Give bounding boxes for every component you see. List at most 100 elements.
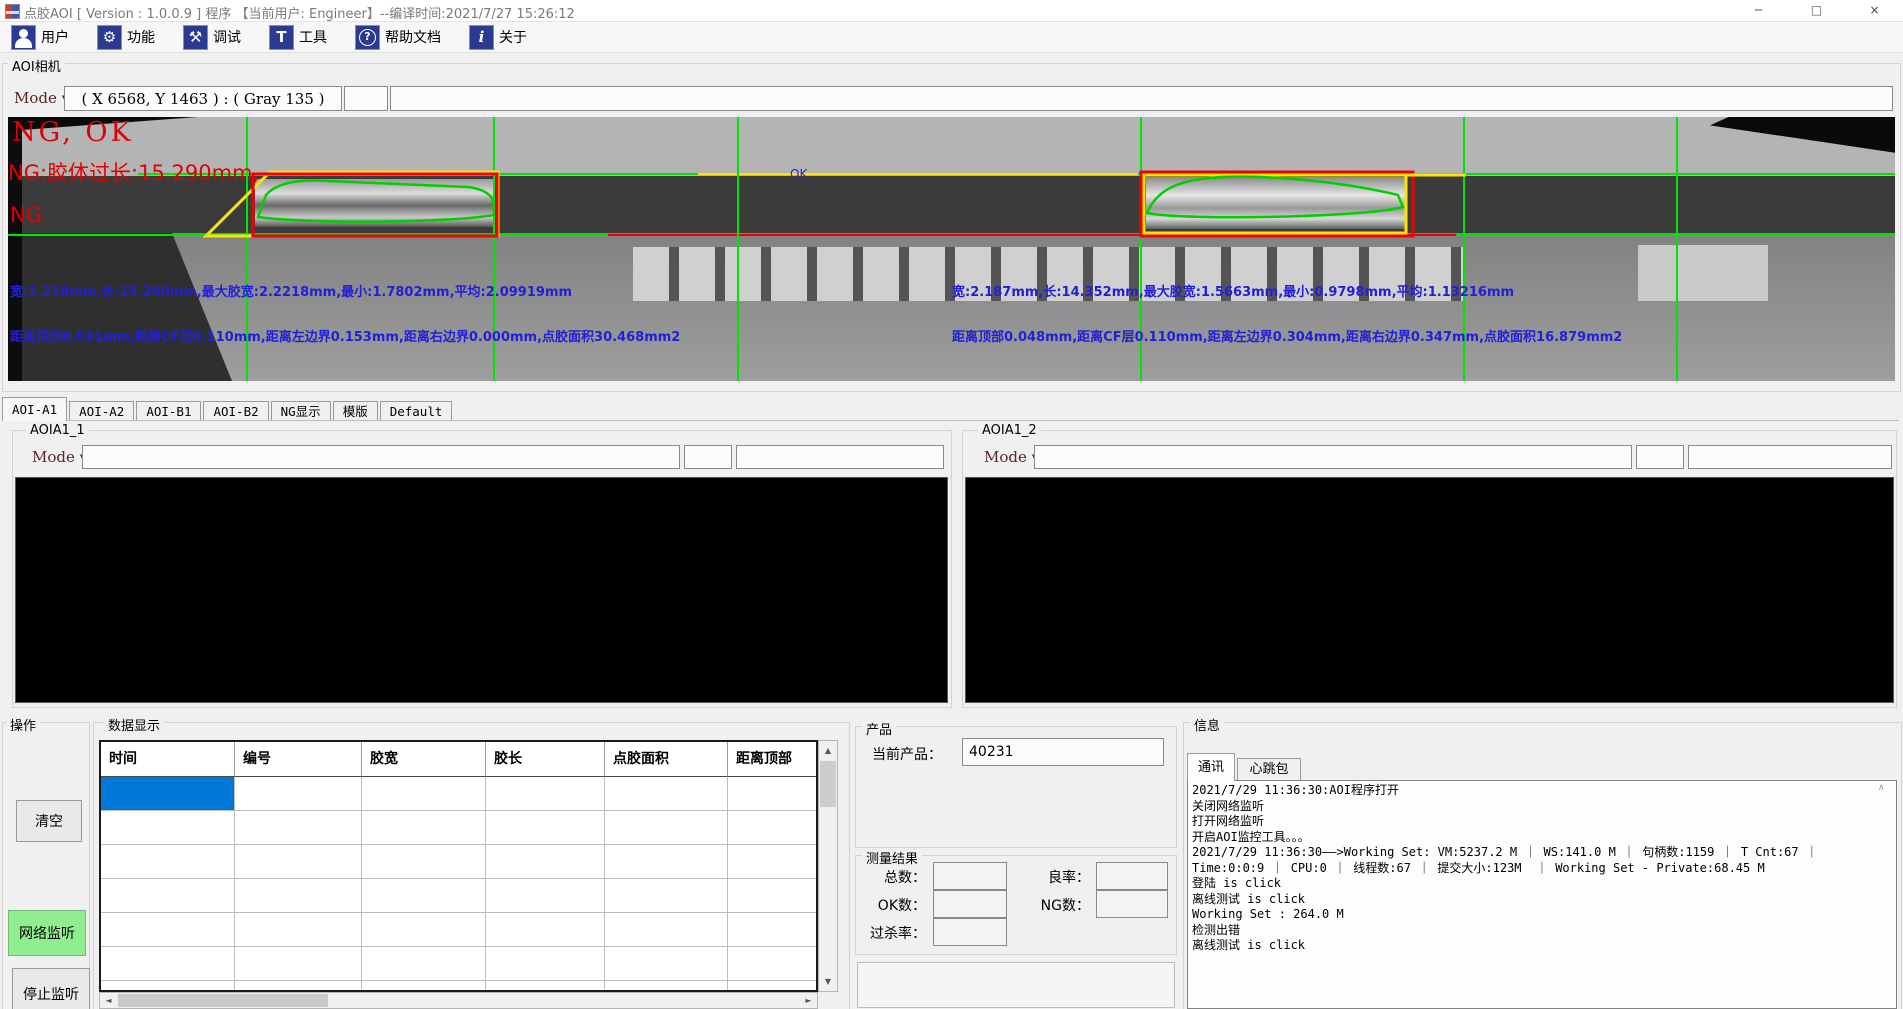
col-header-glue-width[interactable]: 胶宽 [362,742,486,777]
toolbar-item-function[interactable]: ⚙ 功能 [94,24,158,50]
window-title: 点胶AOI [ Version : 1.0.0.9 ] 程序 【当前用户: En… [24,3,575,22]
info-icon: i [469,25,494,50]
toolbar-item-help[interactable]: ? 帮助文档 [352,24,444,50]
tab-aoi-a1[interactable]: AOI-A1 [2,397,67,421]
ng-count-label: NG数： [1026,895,1090,915]
title-bar: 点胶AOI [ Version : 1.0.0.9 ] 程序 【当前用户: En… [0,0,1903,22]
toolbar-item-user[interactable]: 用户 [8,24,72,50]
network-listen-button[interactable]: 网络监听 [8,910,86,956]
col-header-time[interactable]: 时间 [101,742,235,777]
ok-count-field[interactable] [933,890,1007,918]
app-window: 点胶AOI [ Version : 1.0.0.9 ] 程序 【当前用户: En… [0,0,1903,1009]
panel1-label: AOIA1_1 [26,423,89,438]
camera-field-wide[interactable] [390,86,1893,111]
col-header-dist-top[interactable]: 距离顶部 [728,742,816,777]
overlay-result-text: NG, OK [12,117,134,148]
panel2-mode-dropdown[interactable]: Mode▼ [980,445,1041,469]
tab-heartbeat[interactable]: 心跳包 [1237,758,1301,781]
panel1-field-1[interactable] [82,445,680,469]
log-line: 打开网络监听 [1192,814,1892,830]
panel2-field-1[interactable] [1034,445,1632,469]
scroll-down-icon[interactable]: ▼ [819,973,837,990]
product-group-label: 产品 [862,719,896,738]
overlay-left-measure-1: 宽:2.218mm,长:15.290mm,最大胶宽:2.2218mm,最小:1.… [10,281,572,300]
panel1-mode-dropdown[interactable]: Mode▼ [28,445,89,469]
log-line: 检测出错 [1192,923,1892,939]
ng-count-field[interactable] [1096,890,1168,918]
tab-aoi-b2[interactable]: AOI-B2 [203,401,268,421]
col-header-id[interactable]: 编号 [235,742,362,777]
panel2-field-3[interactable] [1688,445,1892,469]
table-row[interactable] [101,811,816,845]
table-header-row: 时间 编号 胶宽 胶长 点胶面积 距离顶部 [101,742,816,777]
camera-image[interactable]: NG, OK NG:胶体过长:15.290mm, NG OK 宽:2.218mm… [8,117,1895,381]
table-vertical-scrollbar[interactable]: ▲ ▼ [818,740,838,992]
comm-log[interactable]: 2021/7/29 11:36:30:AOI程序打开 关闭网络监听 打开网络监听… [1187,780,1897,1009]
clear-button[interactable]: 清空 [16,800,82,842]
overlay-ng-label: NG [10,203,42,227]
camera-group-label: AOI相机 [8,56,65,75]
tab-default[interactable]: Default [380,401,453,421]
overlay-right-measure-2: 距离顶部0.048mm,距离CF层0.110mm,距离左边界0.304mm,距离… [952,326,1622,345]
overkill-field[interactable] [933,918,1007,946]
tab-ng-display[interactable]: NG显示 [271,401,331,421]
horizontal-scroll-thumb[interactable] [118,994,328,1007]
camera-field-small[interactable] [344,86,388,111]
log-line: 离线测试 is click [1192,938,1892,954]
gear-icon: ⚙ [97,25,122,50]
close-button[interactable]: × [1846,0,1903,21]
table-row[interactable] [101,879,816,913]
panel2-field-2[interactable] [1636,445,1684,469]
col-header-glue-length[interactable]: 胶长 [486,742,605,777]
tab-page-border [2,420,1899,421]
current-product-field[interactable]: 40231 [962,738,1164,766]
scroll-right-icon[interactable]: ► [800,993,817,1008]
panel1-field-3[interactable] [736,445,944,469]
table-row[interactable] [101,913,816,947]
yield-field[interactable] [1096,862,1168,890]
app-icon [5,4,20,19]
wrench-icon: ⚒ [183,25,208,50]
operation-group-label: 操作 [6,715,40,734]
tab-template[interactable]: 模版 [333,401,378,421]
minimize-button[interactable]: ─ [1730,0,1787,21]
overlay-ok-label: OK [790,167,807,181]
tab-aoi-a2[interactable]: AOI-A2 [69,401,134,421]
panel1-field-2[interactable] [684,445,732,469]
camera-coords-field[interactable]: ( X 6568, Y 1463 ) : ( Gray 135 ) [64,86,342,111]
log-line: 开启AOI监控工具。。。 [1192,830,1892,846]
selected-cell[interactable] [101,777,235,811]
panel2-label: AOIA1_2 [978,423,1041,438]
table-row[interactable] [101,947,816,981]
log-scroll-up-icon[interactable]: ∧ [1878,783,1885,793]
log-line: 离线测试 is click [1192,892,1892,908]
tab-comm[interactable]: 通讯 [1187,753,1235,781]
log-line: 关闭网络监听 [1192,799,1892,815]
info-group-label: 信息 [1190,715,1224,734]
col-header-glue-area[interactable]: 点胶面积 [605,742,728,777]
scroll-left-icon[interactable]: ◄ [100,993,117,1008]
result-note-box [857,962,1175,1008]
main-toolbar: 用户 ⚙ 功能 ⚒ 调试 T 工具 ? 帮助文档 i 关于 [0,22,1903,53]
tab-aoi-b1[interactable]: AOI-B1 [136,401,201,421]
table-horizontal-scrollbar[interactable]: ◄ ► [99,992,818,1009]
table-row[interactable] [101,845,816,879]
toolbar-item-about[interactable]: i 关于 [466,24,530,50]
panel2-image-view[interactable] [965,477,1894,703]
maximize-button[interactable]: □ [1788,0,1845,21]
toolbar-item-debug[interactable]: ⚒ 调试 [180,24,244,50]
table-row[interactable] [101,777,816,811]
total-label: 总数： [862,867,926,887]
view-tab-strip: AOI-A1 AOI-A2 AOI-B1 AOI-B2 NG显示 模版 Defa… [2,398,454,421]
overlay-right-measure-1: 宽:2.187mm,长:14.352mm,最大胶宽:1.5663mm,最小:0.… [952,281,1514,300]
toolbar-item-tools[interactable]: T 工具 [266,24,330,50]
table-row[interactable] [101,981,816,992]
camera-mode-dropdown[interactable]: Mode▼ [10,86,71,110]
vertical-scroll-thumb[interactable] [820,761,836,807]
scroll-up-icon[interactable]: ▲ [819,742,837,759]
panel1-image-view[interactable] [15,477,948,703]
overlay-left-measure-2: 距离顶部0.031mm,距离CF层0.110mm,距离左边界0.153mm,距离… [10,326,680,345]
total-field[interactable] [933,862,1007,890]
stop-listen-button[interactable]: 停止监听 [12,968,90,1009]
user-icon [11,25,36,50]
